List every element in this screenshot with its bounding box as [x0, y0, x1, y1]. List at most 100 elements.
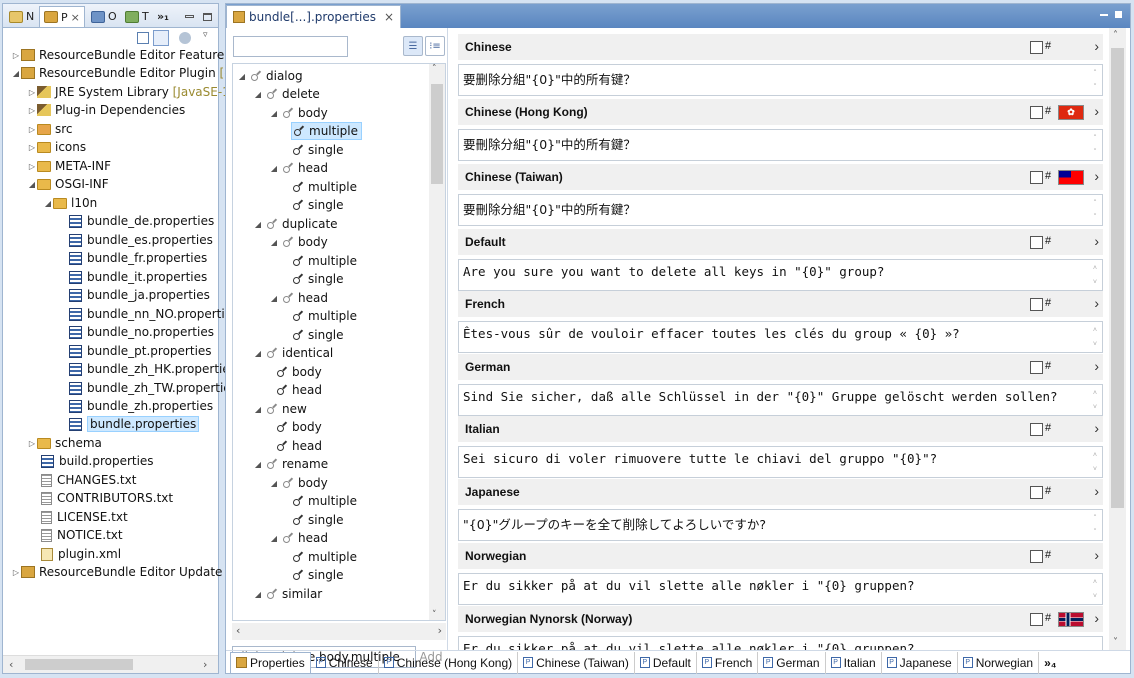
scroll-left-icon[interactable]: ‹ [9, 658, 13, 671]
tab-chinese-taiwan[interactable]: P Chinese (Taiwan) [518, 651, 635, 674]
collapse-icon[interactable]: ◢ [253, 349, 263, 358]
key-node[interactable]: ◢ rename [253, 455, 328, 473]
key-node[interactable]: head [277, 381, 322, 399]
tab-norwegian[interactable]: P Norwegian [958, 651, 1040, 674]
key-node[interactable]: ◢ duplicate [253, 215, 338, 233]
tab-chinese-hong-kong[interactable]: P Chinese (Hong Kong) [379, 651, 519, 674]
tab-chinese[interactable]: P Chinese [311, 651, 379, 674]
minimize-icon[interactable] [1100, 14, 1108, 16]
tree-item[interactable]: plugin.xml [41, 545, 121, 563]
textarea-scroll-icon[interactable]: ˄ ˅ [1089, 448, 1101, 476]
collapse-icon[interactable]: ◢ [269, 238, 279, 247]
key-node[interactable]: multiple [293, 252, 357, 270]
tab-italian[interactable]: P Italian [826, 651, 882, 674]
key-node[interactable]: ◢ head [269, 159, 328, 177]
tree-item[interactable]: CONTRIBUTORS.txt [41, 489, 173, 507]
tab-default[interactable]: P Default [635, 651, 697, 674]
chevron-right-icon[interactable]: › [1094, 483, 1099, 499]
key-tree-horizontal-scrollbar[interactable]: ‹ › [232, 623, 446, 640]
tree-item[interactable]: CHANGES.txt [41, 471, 136, 489]
scroll-down-icon[interactable]: ˅ [432, 610, 437, 620]
view-overflow-button[interactable]: »₁ [153, 6, 173, 27]
maximize-icon[interactable] [1115, 11, 1122, 18]
tree-view-button[interactable]: ⁝≡ [425, 36, 445, 56]
tree-item[interactable]: bundle_de.properties [69, 212, 214, 230]
key-node[interactable]: ◢ similar [253, 585, 322, 603]
key-node[interactable]: ◢ identical [253, 344, 333, 362]
tree-item[interactable]: bundle_zh_TW.propertie [69, 379, 231, 397]
tree-item[interactable]: NOTICE.txt [41, 526, 123, 544]
collapse-icon[interactable]: ◢ [269, 164, 279, 173]
key-node[interactable]: multiple [293, 178, 357, 196]
duplicate-checkbox[interactable] [1030, 423, 1043, 436]
close-icon[interactable]: × [71, 11, 80, 24]
locale-value-field[interactable]: Sind Sie sicher, daß alle Schlüssel in d… [458, 384, 1103, 416]
collapse-icon[interactable]: ◢ [253, 405, 263, 414]
tree-item[interactable]: ▷ JRE System Library [JavaSE-1.7 [27, 83, 241, 101]
tree-item[interactable]: ◢ l10n [43, 194, 97, 212]
textarea-scroll-icon[interactable]: ˄ ˅ [1089, 66, 1101, 94]
key-node[interactable]: ◢ body [269, 474, 328, 492]
minimize-button[interactable] [181, 6, 198, 27]
flat-view-button[interactable]: ☰ [403, 36, 423, 56]
duplicate-checkbox[interactable] [1030, 298, 1043, 311]
tab-french[interactable]: P French [697, 651, 759, 674]
tab-properties[interactable]: Properties [230, 651, 311, 674]
key-node[interactable]: head [277, 437, 322, 455]
horizontal-scrollbar[interactable]: ‹ › [3, 655, 218, 673]
duplicate-checkbox[interactable] [1030, 361, 1043, 374]
chevron-right-icon[interactable]: › [1094, 610, 1099, 626]
scrollbar-thumb[interactable] [1111, 48, 1124, 508]
editor-tab[interactable]: bundle[...].properties × [226, 5, 402, 28]
tree-item[interactable]: bundle_no.properties [69, 323, 214, 341]
chevron-right-icon[interactable]: › [1094, 420, 1099, 436]
textarea-scroll-icon[interactable]: ˄ ˅ [1089, 575, 1101, 603]
tree-item[interactable]: bundle_nn_NO.propertie [69, 305, 232, 323]
tree-item[interactable]: build.properties [41, 452, 154, 470]
scrollbar-thumb[interactable] [25, 659, 133, 670]
scroll-left-icon[interactable]: ‹ [236, 624, 240, 637]
close-icon[interactable]: × [384, 10, 394, 24]
tree-item[interactable]: ▷ icons [27, 138, 86, 156]
scroll-up-icon[interactable]: ˄ [1113, 30, 1118, 41]
collapse-icon[interactable]: ◢ [253, 590, 263, 599]
link-with-editor-icon[interactable] [153, 30, 169, 46]
expand-icon[interactable]: ▷ [27, 439, 37, 448]
collapse-icon[interactable]: ◢ [253, 220, 263, 229]
tree-item[interactable]: ◢ OSGI-INF [27, 175, 109, 193]
tree-item[interactable]: ▷ schema [27, 434, 102, 452]
expand-icon[interactable]: ▷ [27, 143, 37, 152]
tab-german[interactable]: P German [758, 651, 826, 674]
key-filter-input[interactable] [233, 36, 348, 57]
collapse-all-icon[interactable] [137, 32, 149, 44]
tree-item[interactable]: ▷ Plug-in Dependencies [27, 101, 185, 119]
chevron-right-icon[interactable]: › [1094, 233, 1099, 249]
expand-icon[interactable]: ▷ [11, 568, 21, 577]
collapse-icon[interactable]: ◢ [253, 460, 263, 469]
tab-package-explorer[interactable]: P × [39, 6, 85, 27]
scroll-down-icon[interactable]: ˅ [1113, 637, 1118, 648]
tree-item[interactable]: ▷ META-INF [27, 157, 111, 175]
key-node[interactable]: single [293, 511, 344, 529]
key-node[interactable]: body [277, 418, 322, 436]
collapse-icon[interactable]: ◢ [253, 90, 263, 99]
locale-value-field[interactable]: 要刪除分組"{0}"中的所有鍵？ ˄ ˅ [458, 194, 1103, 226]
chevron-right-icon[interactable]: › [1094, 38, 1099, 54]
locales-vertical-scrollbar[interactable]: ˄ ˅ [1109, 28, 1126, 650]
textarea-scroll-icon[interactable]: ˄ ˅ [1089, 261, 1101, 289]
locale-value-field[interactable]: Are you sure you want to delete all keys… [458, 259, 1103, 291]
duplicate-checkbox[interactable] [1030, 106, 1043, 119]
scroll-right-icon[interactable]: › [438, 624, 442, 637]
chevron-right-icon[interactable]: › [1094, 358, 1099, 374]
tab-navigator[interactable]: N [5, 6, 38, 27]
tab-japanese[interactable]: P Japanese [882, 651, 958, 674]
key-tree-vertical-scrollbar[interactable]: ˄ ˅ [429, 64, 445, 620]
tree-item[interactable]: bundle_it.properties [69, 268, 207, 286]
expand-icon[interactable]: ▷ [27, 106, 37, 115]
view-menu-icon[interactable]: ▿ [203, 30, 208, 40]
key-node[interactable]: multiple [293, 492, 357, 510]
collapse-icon[interactable]: ◢ [43, 199, 53, 208]
tree-item[interactable]: ▷ ResourceBundle Editor Update Si [11, 563, 237, 581]
duplicate-checkbox[interactable] [1030, 613, 1043, 626]
key-node[interactable]: body [277, 363, 322, 381]
